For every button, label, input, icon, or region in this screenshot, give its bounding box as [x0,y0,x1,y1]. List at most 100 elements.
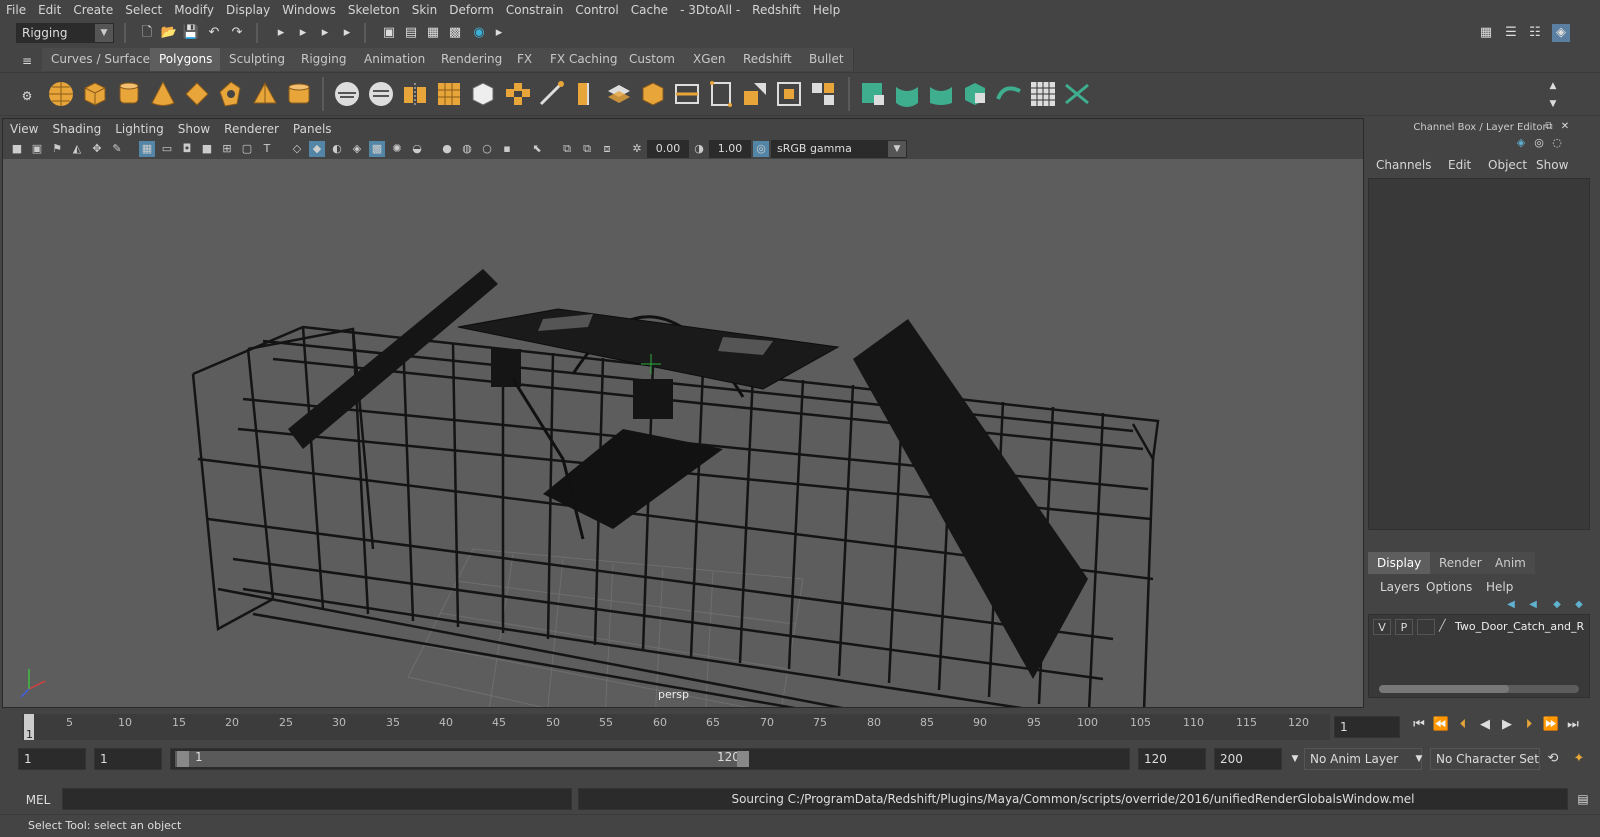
poly-cylinder-icon[interactable] [114,79,144,109]
gamma-icon[interactable]: ◑ [691,141,707,157]
shelf-tab-fx[interactable]: FX [508,48,543,71]
menu-select[interactable]: Select [119,3,168,17]
command-input[interactable] [62,788,572,810]
select-object-icon[interactable]: ▸ [294,24,312,42]
textured-icon[interactable]: ▩ [369,141,385,157]
image-plane-icon[interactable]: ◭ [69,141,85,157]
panel-menu-panels[interactable]: Panels [286,122,339,136]
unfold-uv-icon[interactable] [994,79,1024,109]
shelf-tab-xgen[interactable]: XGen [684,48,736,71]
bridge-icon[interactable] [672,79,702,109]
shelf-tab-rigging[interactable]: Rigging [292,48,357,71]
menu-3dtoall[interactable]: - 3DtoAll - [674,3,746,17]
animation-preferences-icon[interactable]: ✦ [1570,750,1588,768]
extrude-icon[interactable] [638,79,668,109]
shelf-scroll-down-icon[interactable]: ▼ [1544,95,1562,113]
shelf-tab-bullet[interactable]: Bullet [800,48,854,71]
go-to-start-icon[interactable]: ⏮ [1410,716,1428,734]
remesh-icon[interactable] [502,79,532,109]
separate-icon[interactable] [366,79,396,109]
layer-row[interactable]: V P ╱ Two_Door_Catch_and_R [1373,619,1585,637]
open-scene-icon[interactable]: 📂 [160,24,178,42]
bookmark-icon[interactable]: ⚑ [49,141,65,157]
poly-torus-icon[interactable] [216,79,246,109]
current-frame-field[interactable]: 1 [1334,716,1400,738]
menu-redshift[interactable]: Redshift [746,3,807,17]
camera-icon[interactable]: ■ [9,141,25,157]
timeline-track[interactable]: 1 5 10 15 20 25 30 35 40 45 50 55 60 65 … [22,714,1330,741]
channel-box-area[interactable] [1368,178,1590,530]
ipr-icon[interactable]: ▦ [424,24,442,42]
auto-key-icon[interactable]: ⟲ [1544,750,1562,768]
edit-menu[interactable]: Edit [1448,158,1471,172]
menu-windows[interactable]: Windows [276,3,342,17]
select-component-icon[interactable]: ▸ [316,24,334,42]
gear-icon[interactable]: ⚙ [18,87,36,105]
new-layer-icon[interactable]: ◆ [1548,596,1566,614]
tab-display[interactable]: Display [1368,552,1431,574]
color-management-icon[interactable]: ◎ [753,141,769,157]
anti-aliasing-icon[interactable]: ○ [479,141,495,157]
new-layer-selected-icon[interactable]: ◆ [1570,596,1588,614]
film-gate-icon[interactable]: ▭ [159,141,175,157]
expand-icon[interactable]: ▸ [490,24,508,42]
save-scene-icon[interactable]: 💾 [182,24,200,42]
shelf-tab-rendering[interactable]: Rendering [432,48,513,71]
play-forwards-icon[interactable]: ▶ [1498,716,1516,734]
combine-icon[interactable] [332,79,362,109]
step-back-key-icon[interactable]: ⏴ [1454,716,1472,734]
gate-mask-icon[interactable]: ■ [199,141,215,157]
panel-menu-renderer[interactable]: Renderer [217,122,286,136]
cylindrical-uv-icon[interactable] [892,79,922,109]
layer-color-swatch[interactable]: ╱ [1439,619,1453,635]
menu-edit[interactable]: Edit [32,3,67,17]
animation-end-field[interactable]: 200 [1214,748,1282,770]
options-menu[interactable]: Options [1426,580,1472,594]
xray-joints-icon[interactable]: ⧉ [579,141,595,157]
chevron-down-icon[interactable]: ▼ [1286,750,1304,768]
tab-anim[interactable]: Anim [1486,552,1535,574]
render-sequence-icon[interactable]: ▤ [402,24,420,42]
grease-pencil-icon[interactable]: ✎ [109,141,125,157]
range-end-handle[interactable] [737,751,749,767]
offset-edge-loop-icon[interactable] [604,79,634,109]
channel-box-toggle-icon[interactable]: ◈ [1512,134,1530,152]
mirror-icon[interactable] [400,79,430,109]
panel-menu-shading[interactable]: Shading [45,122,108,136]
grid-icon[interactable]: ▦ [139,141,155,157]
color-space-dropdown[interactable]: sRGB gamma ▼ [771,140,907,158]
layer-scrollbar[interactable] [1379,685,1579,693]
channel-box-icon[interactable]: ◈ [1552,24,1570,42]
reduce-icon[interactable] [468,79,498,109]
spherical-uv-icon[interactable] [926,79,956,109]
menu-deform[interactable]: Deform [443,3,500,17]
motion-blur-icon[interactable]: ◍ [459,141,475,157]
insert-edge-loop-icon[interactable] [570,79,600,109]
animation-start-field[interactable]: 1 [18,748,86,770]
bevel-icon[interactable] [706,79,736,109]
visibility-toggle[interactable]: V [1373,619,1391,635]
exposure-icon[interactable]: ✲ [629,141,645,157]
panel-menu-lighting[interactable]: Lighting [108,122,171,136]
range-start-handle[interactable] [177,751,189,767]
merge-icon[interactable] [808,79,838,109]
help-menu[interactable]: Help [1486,580,1513,594]
isolate-select-icon[interactable]: ⬉ [529,141,545,157]
xray-icon[interactable]: ⧉ [559,141,575,157]
automatic-uv-icon[interactable] [960,79,990,109]
3d-viewport-canvas[interactable] [3,159,1363,707]
menu-modify[interactable]: Modify [168,3,220,17]
fill-hole-icon[interactable] [774,79,804,109]
playback-start-field[interactable]: 1 [94,748,162,770]
step-forward-key-icon[interactable]: ⏵ [1520,716,1538,734]
two-d-pan-icon[interactable]: ✥ [89,141,105,157]
camera-attributes-icon[interactable]: ▣ [29,141,45,157]
range-slider-track[interactable]: 1 120 [170,748,1130,770]
smooth-icon[interactable] [434,79,464,109]
shelf-tab-redshift[interactable]: Redshift [734,48,802,71]
smooth-shade-icon[interactable]: ◆ [309,141,325,157]
default-material-icon[interactable]: ◐ [329,141,345,157]
planar-uv-icon[interactable] [858,79,888,109]
safe-action-icon[interactable]: ▢ [239,141,255,157]
menu-cache[interactable]: Cache [625,3,674,17]
